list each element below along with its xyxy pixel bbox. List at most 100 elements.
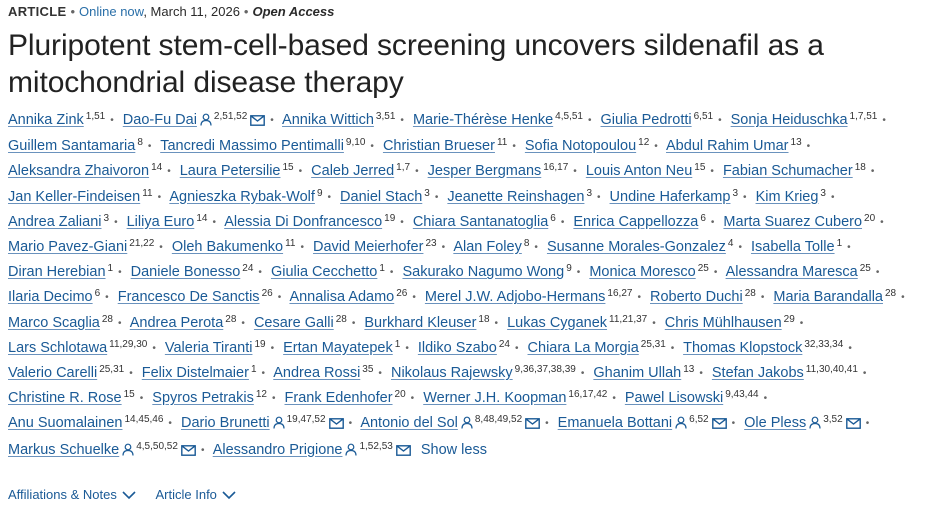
author-affiliation-refs[interactable]: 1,7: [396, 162, 410, 173]
show-less-button[interactable]: Show less: [421, 442, 487, 458]
author-affiliation-refs[interactable]: 28: [745, 288, 756, 299]
author-name-link[interactable]: Fabian Schumacher: [723, 163, 853, 179]
mail-icon[interactable]: [328, 413, 344, 437]
author-name-link[interactable]: Jesper Bergmans: [428, 163, 542, 179]
author-name-link[interactable]: Louis Anton Neu: [586, 163, 692, 179]
author-name-link[interactable]: Chiara La Morgia: [528, 340, 639, 356]
author-name-link[interactable]: Pawel Lisowski: [625, 390, 723, 406]
author-name-link[interactable]: Markus Schuelke: [8, 442, 119, 458]
author-name-link[interactable]: Frank Edenhofer: [285, 390, 393, 406]
author-affiliation-refs[interactable]: 6: [700, 213, 706, 224]
author-name-link[interactable]: Aleksandra Zhaivoron: [8, 163, 149, 179]
author-affiliation-refs[interactable]: 4: [728, 238, 734, 249]
author-affiliation-refs[interactable]: 1,51: [86, 111, 105, 122]
author-name-link[interactable]: Burkhard Kleuser: [364, 315, 476, 331]
author-affiliation-refs[interactable]: 26: [396, 288, 407, 299]
author-affiliation-refs[interactable]: 11: [142, 188, 152, 199]
author-name-link[interactable]: Isabella Tolle: [751, 239, 835, 255]
author-name-link[interactable]: Alessandra Maresca: [726, 264, 858, 280]
author-affiliation-refs[interactable]: 1,7,51: [850, 111, 878, 122]
author-affiliation-refs[interactable]: 8: [137, 137, 143, 148]
mail-icon[interactable]: [845, 413, 861, 437]
author-affiliation-refs[interactable]: 9,36,37,38,39: [515, 364, 576, 375]
author-name-link[interactable]: Dario Brunetti: [181, 415, 270, 431]
author-name-link[interactable]: Giulia Cecchetto: [271, 264, 377, 280]
author-affiliation-refs[interactable]: 9: [317, 188, 323, 199]
author-affiliation-refs[interactable]: 3: [104, 213, 110, 224]
author-affiliation-refs[interactable]: 21,22: [129, 238, 154, 249]
author-name-link[interactable]: Sonja Heiduschka: [731, 112, 848, 128]
author-name-link[interactable]: Tancredi Massimo Pentimalli: [160, 138, 344, 154]
author-affiliation-refs[interactable]: 1: [379, 263, 385, 274]
author-affiliation-refs[interactable]: 12: [256, 389, 267, 400]
author-affiliation-refs[interactable]: 6: [550, 213, 556, 224]
author-name-link[interactable]: Jeanette Reinshagen: [447, 189, 584, 205]
author-affiliation-refs[interactable]: 4,5,50,52: [136, 441, 178, 452]
author-name-link[interactable]: Emanuela Bottani: [558, 415, 672, 431]
author-name-link[interactable]: David Meierhofer: [313, 239, 423, 255]
author-affiliation-refs[interactable]: 9,43,44: [725, 389, 758, 400]
author-name-link[interactable]: Andrea Rossi: [273, 365, 360, 381]
author-name-link[interactable]: Merel J.W. Adjobo-Hermans: [425, 289, 606, 305]
author-affiliation-refs[interactable]: 19: [254, 339, 265, 350]
author-affiliation-refs[interactable]: 19: [384, 213, 395, 224]
author-affiliation-refs[interactable]: 25,31: [641, 339, 666, 350]
author-name-link[interactable]: Daniel Stach: [340, 189, 422, 205]
author-name-link[interactable]: Jan Keller-Findeisen: [8, 189, 140, 205]
author-name-link[interactable]: Nikolaus Rajewsky: [391, 365, 513, 381]
author-affiliation-refs[interactable]: 16,17: [543, 162, 568, 173]
author-name-link[interactable]: Valeria Tiranti: [165, 340, 253, 356]
author-name-link[interactable]: Laura Petersilie: [180, 163, 281, 179]
author-affiliation-refs[interactable]: 8: [524, 238, 530, 249]
author-affiliation-refs[interactable]: 23: [425, 238, 436, 249]
author-affiliation-refs[interactable]: 3: [424, 188, 430, 199]
author-affiliation-refs[interactable]: 12: [638, 137, 649, 148]
author-affiliation-refs[interactable]: 6: [95, 288, 101, 299]
author-affiliation-refs[interactable]: 13: [791, 137, 802, 148]
author-name-link[interactable]: Maria Barandalla: [773, 289, 883, 305]
author-name-link[interactable]: Thomas Klopstock: [683, 340, 802, 356]
author-affiliation-refs[interactable]: 18: [478, 314, 489, 325]
author-name-link[interactable]: Guillem Santamaria: [8, 138, 135, 154]
author-name-link[interactable]: Daniele Bonesso: [131, 264, 241, 280]
author-affiliation-refs[interactable]: 25: [860, 263, 871, 274]
author-affiliation-refs[interactable]: 16,17,42: [568, 389, 607, 400]
author-affiliation-refs[interactable]: 3,52: [823, 414, 842, 425]
author-name-link[interactable]: Diran Herebian: [8, 264, 106, 280]
author-affiliation-refs[interactable]: 3: [586, 188, 592, 199]
author-name-link[interactable]: Christine R. Rose: [8, 390, 122, 406]
author-name-link[interactable]: Spyros Petrakis: [152, 390, 254, 406]
author-name-link[interactable]: Ilaria Decimo: [8, 289, 93, 305]
author-name-link[interactable]: Agnieszka Rybak-Wolf: [169, 189, 315, 205]
author-name-link[interactable]: Alan Foley: [453, 239, 522, 255]
author-name-link[interactable]: Sakurako Nagumo Wong: [402, 264, 564, 280]
author-name-link[interactable]: Ertan Mayatepek: [283, 340, 393, 356]
author-affiliation-refs[interactable]: 1: [395, 339, 401, 350]
author-name-link[interactable]: Annalisa Adamo: [289, 289, 394, 305]
author-affiliation-refs[interactable]: 32,33,34: [804, 339, 843, 350]
author-name-link[interactable]: Mario Pavez-Giani: [8, 239, 127, 255]
author-name-link[interactable]: Cesare Galli: [254, 315, 334, 331]
author-name-link[interactable]: Marie-Thérèse Henke: [413, 112, 553, 128]
author-affiliation-refs[interactable]: 19,47,52: [287, 414, 326, 425]
author-affiliation-refs[interactable]: 14: [196, 213, 207, 224]
mail-icon[interactable]: [250, 110, 266, 134]
author-name-link[interactable]: Oleh Bakumenko: [172, 239, 283, 255]
author-name-link[interactable]: Annika Zink: [8, 112, 84, 128]
online-date-link[interactable]: Online now: [79, 4, 143, 19]
author-name-link[interactable]: Marta Suarez Cubero: [723, 214, 862, 230]
author-affiliation-refs[interactable]: 11,30,40,41: [806, 364, 858, 375]
author-name-link[interactable]: Andrea Zaliani: [8, 214, 102, 230]
author-name-link[interactable]: Chiara Santanatoglia: [413, 214, 548, 230]
author-affiliation-refs[interactable]: 1: [108, 263, 114, 274]
author-name-link[interactable]: Alessia Di Donfrancesco: [224, 214, 382, 230]
author-affiliation-refs[interactable]: 25: [698, 263, 709, 274]
author-name-link[interactable]: Felix Distelmaier: [142, 365, 249, 381]
author-name-link[interactable]: Caleb Jerred: [311, 163, 394, 179]
author-affiliation-refs[interactable]: 3,51: [376, 111, 395, 122]
author-name-link[interactable]: Chris Mühlhausen: [665, 315, 782, 331]
author-name-link[interactable]: Susanne Morales-Gonzalez: [547, 239, 726, 255]
author-affiliation-refs[interactable]: 1: [251, 364, 257, 375]
author-name-link[interactable]: Lars Schlotawa: [8, 340, 107, 356]
author-affiliation-refs[interactable]: 3: [820, 188, 826, 199]
